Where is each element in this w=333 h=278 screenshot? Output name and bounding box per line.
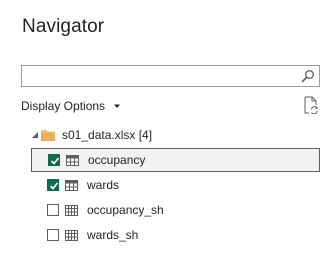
item-label: wards bbox=[87, 178, 120, 192]
list-item-occupancy[interactable]: occupancy bbox=[31, 148, 320, 172]
display-options-label: Display Options bbox=[21, 99, 106, 113]
table-icon bbox=[66, 155, 79, 166]
caret-down-icon bbox=[114, 104, 121, 108]
list-item-wards-sh[interactable]: wards_sh bbox=[31, 223, 320, 247]
checkbox-occupancy-sh[interactable] bbox=[47, 204, 59, 216]
tree-root-workbook[interactable]: s01_data.xlsx [4] bbox=[31, 123, 320, 147]
checkbox-wards-sh[interactable] bbox=[47, 229, 59, 241]
folder-icon bbox=[41, 130, 55, 141]
item-label: occupancy_sh bbox=[87, 203, 164, 217]
search-icon[interactable] bbox=[301, 69, 315, 83]
refresh-file-icon[interactable] bbox=[303, 96, 319, 114]
checkbox-wards[interactable] bbox=[47, 179, 59, 191]
list-item-wards[interactable]: wards bbox=[31, 173, 320, 197]
checkmark-icon bbox=[49, 182, 59, 190]
workbook-label: s01_data.xlsx [4] bbox=[62, 128, 153, 142]
search-field[interactable] bbox=[21, 65, 320, 87]
item-label: wards_sh bbox=[87, 228, 139, 242]
search-input[interactable] bbox=[26, 68, 296, 84]
sheet-icon bbox=[65, 205, 78, 216]
list-item-occupancy-sh[interactable]: occupancy_sh bbox=[31, 198, 320, 222]
checkbox-occupancy[interactable] bbox=[48, 154, 60, 166]
display-options-dropdown[interactable]: Display Options bbox=[21, 98, 121, 114]
page-title: Navigator bbox=[22, 16, 105, 37]
item-label: occupancy bbox=[88, 153, 146, 167]
sheet-icon bbox=[65, 230, 78, 241]
collapse-triangle-icon[interactable] bbox=[31, 131, 39, 139]
table-icon bbox=[65, 180, 78, 191]
checkmark-icon bbox=[50, 157, 60, 165]
